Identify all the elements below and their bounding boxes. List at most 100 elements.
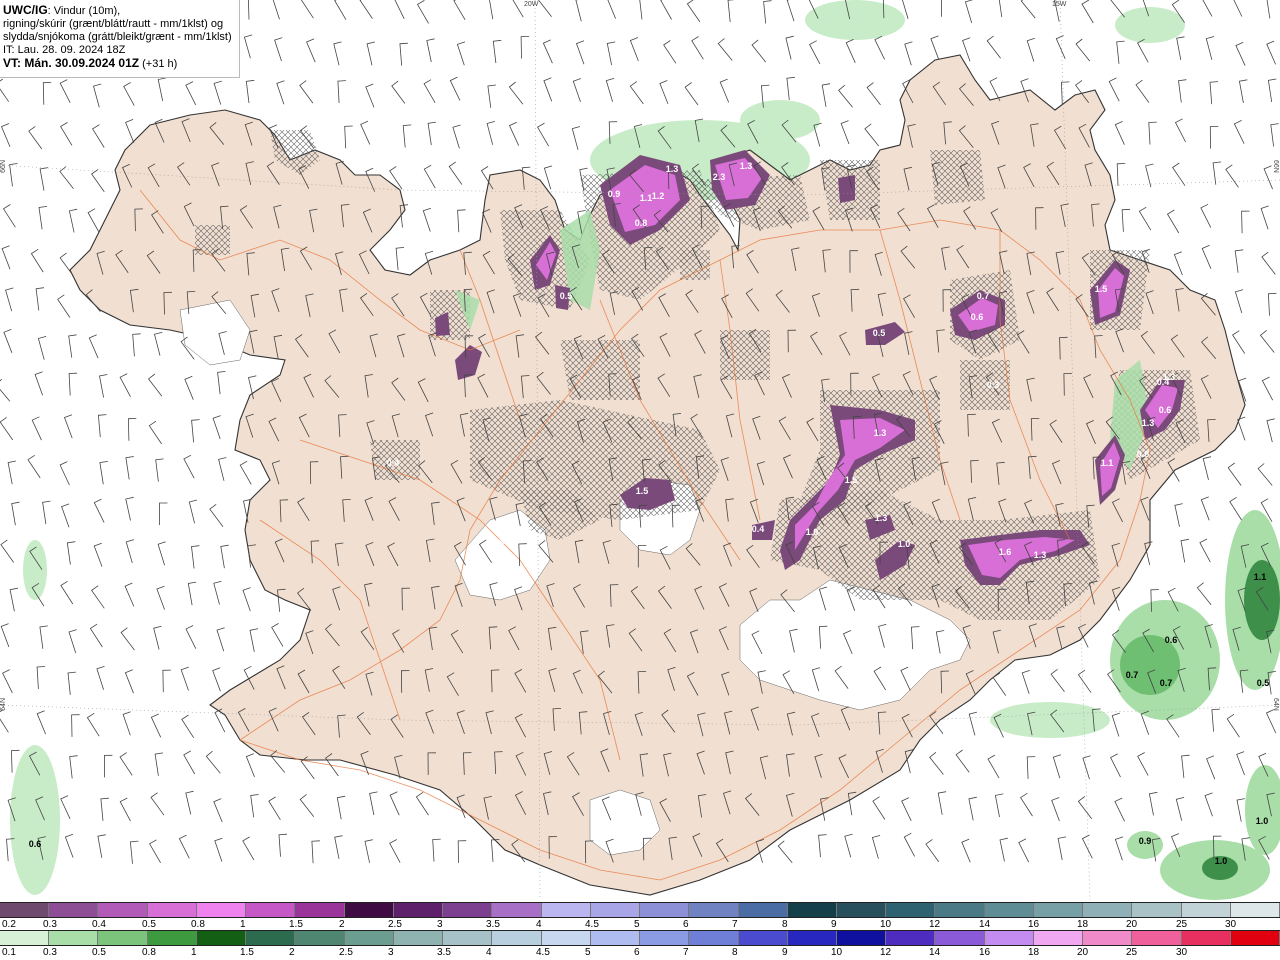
legend-snow-tick: 1: [240, 919, 246, 930]
snow-value-label: 1.5: [636, 486, 649, 496]
legend-rain-tick: 9: [782, 947, 788, 958]
legend-rain-swatch: [295, 931, 345, 945]
rain-value-label: 0.9: [1139, 836, 1152, 846]
snow-value-label: 1.3: [1163, 372, 1176, 382]
legend-snow-tick: 0.3: [43, 919, 57, 930]
legend-rain-tick: 8: [732, 947, 738, 958]
legend-rain-tick: 20: [1077, 947, 1089, 958]
snow-value-label: 1.5: [1095, 284, 1108, 294]
legend-snow-tick: 12: [929, 919, 941, 930]
legend-snow-swatch: [196, 903, 247, 917]
legend-snow-swatch: [49, 903, 99, 917]
legend-rain-tick: 0.5: [92, 947, 106, 958]
snow-value-label: 1.0: [806, 527, 819, 537]
weather-map: 1.31.21.10.80.92.31.30.71.30.61.51.30.60…: [0, 0, 1280, 900]
legend-snow-swatch: [984, 903, 1034, 917]
description-line-2: rigning/skúrir (grænt/blátt/rautt - mm/1…: [3, 18, 224, 30]
legend-snow-tick: 0.8: [191, 919, 205, 930]
snow-value-label: 2.3: [713, 172, 726, 182]
legend-rain-tick: 2: [289, 947, 295, 958]
legend-snow-tick: 4: [536, 919, 542, 930]
legend-rain-tick: 1: [191, 947, 197, 958]
legend-rain-tick: 1.5: [240, 947, 254, 958]
legend-snow-tick: 18: [1077, 919, 1089, 930]
legend-rain-swatch: [787, 931, 837, 945]
legend-snow-swatch: [98, 903, 148, 917]
legend-rain-swatch: [246, 931, 296, 945]
legend-snow-tick: 2: [339, 919, 345, 930]
legend-rain-tick: 2.5: [339, 947, 353, 958]
snow-value-label: 0.7: [977, 291, 990, 301]
legend-rain-swatch: [984, 931, 1034, 945]
legend-rain-swatch: [1181, 931, 1231, 945]
snow-value-label: 0.5: [873, 328, 886, 338]
legend-rain-swatch: [640, 931, 690, 945]
legend-snow-tick: 10: [880, 919, 892, 930]
legend-snow-swatch: [935, 903, 985, 917]
snow-value-label: 0.9: [608, 189, 621, 199]
legend-snow-swatch: [246, 903, 296, 917]
legend-rain-swatch: [886, 931, 936, 945]
legend-snow-tick: 4.5: [585, 919, 599, 930]
legend-rain-swatch: [196, 931, 247, 945]
legend-snow-tick: 5: [634, 919, 640, 930]
snow-value-label: 0.8: [1137, 449, 1150, 459]
legend-snow-swatch: [1132, 903, 1182, 917]
legend-snow-swatch: [836, 903, 887, 917]
legend-snow-swatch: [344, 903, 394, 917]
rain-value-label: 0.5: [1257, 678, 1270, 688]
legend-rain-swatch: [0, 931, 50, 945]
description-line-3: slydda/snjókoma (grátt/bleikt/grænt - mm…: [3, 31, 232, 43]
legend-snow-swatch: [590, 903, 641, 917]
legend-snow-swatch: [393, 903, 444, 917]
legend-snow-tick: 0.5: [142, 919, 156, 930]
snow-value-label: 1.6: [999, 547, 1012, 557]
snow-value-label: 0.3: [987, 380, 1000, 390]
legend-snow-swatch: [1083, 903, 1133, 917]
legend-rain-tick: 0.3: [43, 947, 57, 958]
lead-time: (+31 h): [139, 58, 178, 70]
legend-rain-swatch: [590, 931, 641, 945]
legend-snow-swatch: [1181, 903, 1231, 917]
snow-value-label: 1.0: [898, 539, 911, 549]
snow-legend-swatches: [0, 902, 1280, 918]
legend-rain-tick: 6: [634, 947, 640, 958]
legend-snow-tick: 30: [1225, 919, 1237, 930]
legend-snow-swatch: [295, 903, 345, 917]
legend-snow-tick: 3.5: [486, 919, 500, 930]
legend-snow-swatch: [738, 903, 788, 917]
rain-legend-swatches: [0, 930, 1280, 946]
legend-snow-swatch: [640, 903, 690, 917]
graticule-label-66n-left: 66N: [0, 160, 7, 173]
legend-rain-tick: 16: [979, 947, 991, 958]
snow-value-label: 1.5: [845, 475, 858, 485]
legend-snow-tick: 1.5: [289, 919, 303, 930]
graticule-label-20w: 20W: [524, 1, 539, 8]
legend-rain-tick: 3.5: [437, 947, 451, 958]
legend-snow-tick: 0.4: [92, 919, 106, 930]
legend-rain-tick: 30: [1176, 947, 1188, 958]
rain-value-label: 0.7: [1160, 678, 1173, 688]
legend-snow-swatch: [0, 903, 50, 917]
legend-rain-tick: 10: [831, 947, 843, 958]
legend-rain-swatch: [935, 931, 985, 945]
snow-value-label: 0.5: [560, 291, 573, 301]
legend-snow-swatch: [689, 903, 739, 917]
rain-value-label: 1.1: [1254, 572, 1267, 582]
legend-snow-tick: 9: [831, 919, 837, 930]
legend-rain-swatch: [689, 931, 739, 945]
snow-value-label: 1.3: [1034, 550, 1047, 560]
rain-value-label: 1.0: [1215, 856, 1228, 866]
legend-snow-tick: 6: [683, 919, 689, 930]
legend-snow-swatch: [147, 903, 197, 917]
snow-legend: 0.2 0.3 0.4 0.5 0.8 1 1.5 2 2.5 3 3.5 4 4.5 5 6 7 8 9 10 12…: [0, 902, 1280, 932]
rain-legend-ticks: 0.1 0.3 0.5 0.8 1 1.5 2 2.5 3 3.5 4 4.5 5 6 7 8 9 10 12 14 1…: [0, 946, 1280, 960]
legend-snow-tick: 8: [782, 919, 788, 930]
snow-value-label: 0.4: [387, 458, 400, 468]
source-label: UWC/IG: [3, 3, 48, 17]
legend-snow-tick: 20: [1126, 919, 1138, 930]
graticule-label-15w: 15W: [1052, 1, 1067, 8]
snow-value-label: 1.3: [875, 513, 888, 523]
snow-value-label: 0.6: [1159, 405, 1172, 415]
graticule-label-66n-right: 66N: [1272, 160, 1279, 173]
